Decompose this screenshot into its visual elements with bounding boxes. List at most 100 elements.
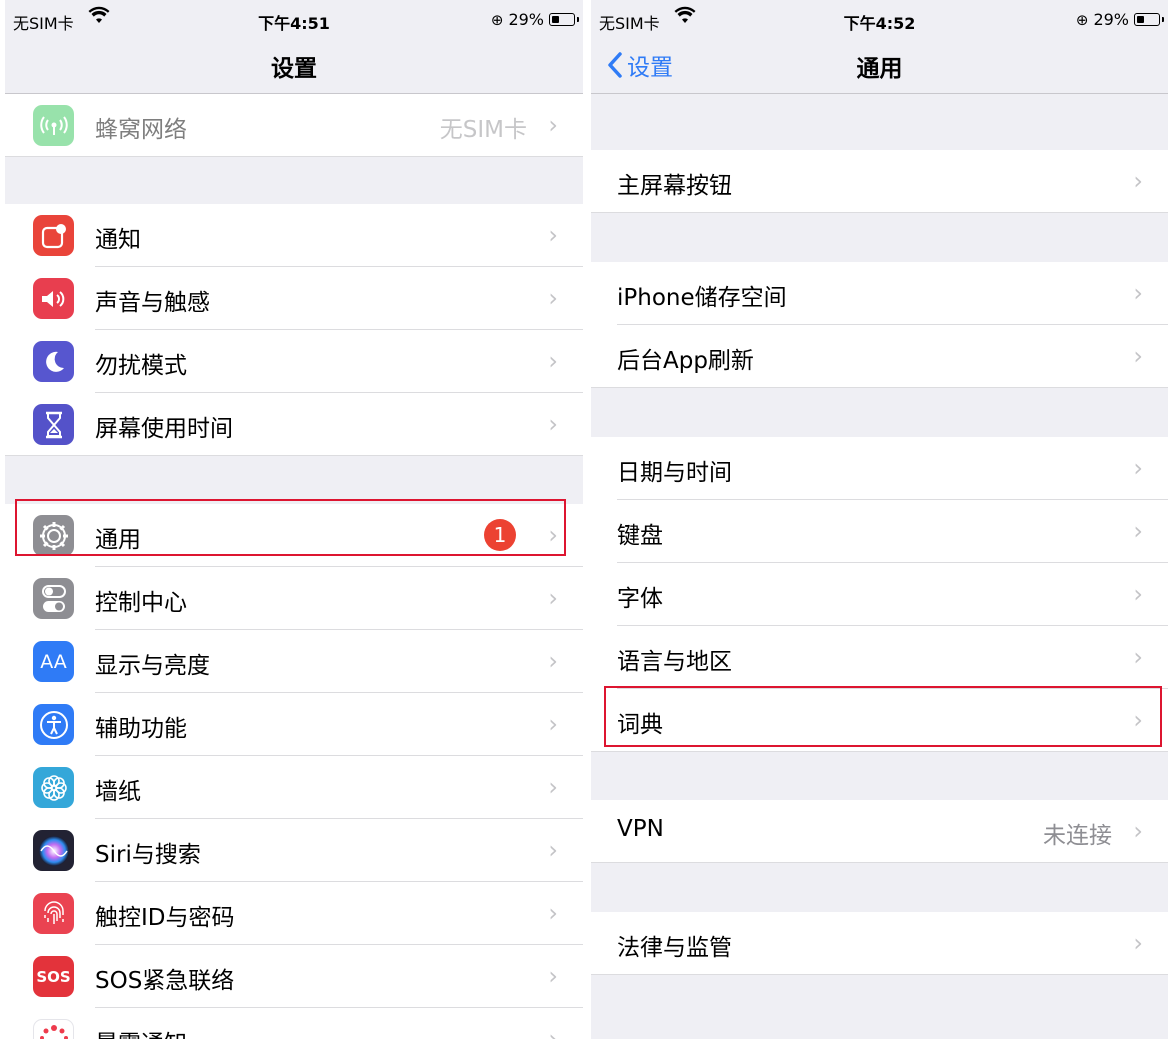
accessibility-icon bbox=[33, 704, 74, 745]
chevron-right-icon: › bbox=[548, 1025, 558, 1039]
general-row-label: iPhone储存空间 bbox=[617, 285, 787, 311]
general-row-label: VPN bbox=[617, 816, 664, 842]
flower-icon bbox=[33, 767, 74, 808]
highlight-box bbox=[604, 686, 1162, 747]
settings-row-screen-time[interactable]: 屏幕使用时间 › bbox=[5, 393, 583, 456]
display-icon: AA bbox=[33, 641, 74, 682]
status-bar: 无SIM卡 下午4:51 ⊕ 29% bbox=[5, 0, 583, 36]
chevron-right-icon: › bbox=[1133, 643, 1143, 671]
chevron-right-icon: › bbox=[1133, 454, 1143, 482]
settings-row-cellular[interactable]: 蜂窝网络 无SIM卡 › bbox=[5, 94, 583, 157]
settings-row-accessibility[interactable]: 辅助功能 › bbox=[5, 693, 583, 756]
chevron-right-icon: › bbox=[1133, 279, 1143, 307]
settings-row-label: 辅助功能 bbox=[95, 716, 187, 742]
battery-status: ⊕ 29% bbox=[1076, 10, 1164, 29]
battery-icon bbox=[1134, 13, 1164, 26]
settings-row-wallpaper[interactable]: 墙纸 › bbox=[5, 756, 583, 819]
chevron-right-icon: › bbox=[548, 836, 558, 864]
chevron-right-icon: › bbox=[548, 111, 558, 139]
settings-row-control-center[interactable]: 控制中心 › bbox=[5, 567, 583, 630]
settings-row-display[interactable]: AA 显示与亮度 › bbox=[5, 630, 583, 693]
nav-bar: 设置 bbox=[5, 36, 583, 94]
page-title: 设置 bbox=[271, 56, 317, 82]
moon-icon bbox=[33, 341, 74, 382]
sos-icon: SOS bbox=[33, 956, 74, 997]
chevron-right-icon: › bbox=[548, 773, 558, 801]
settings-row-label: 控制中心 bbox=[95, 590, 187, 616]
general-row-label: 日期与时间 bbox=[617, 460, 732, 486]
chevron-right-icon: › bbox=[548, 710, 558, 738]
divider bbox=[591, 212, 1168, 213]
settings-row-label: 暴露通知 bbox=[95, 1024, 187, 1039]
settings-row-siri[interactable]: Siri与搜索 › bbox=[5, 819, 583, 882]
settings-row-label: SOS紧急联络 bbox=[95, 968, 235, 994]
general-screen: 无SIM卡 下午4:52 ⊕ 29% 设置 通用 主屏幕按钮 › iPhone储… bbox=[591, 0, 1168, 1039]
notifications-icon bbox=[33, 215, 74, 256]
nav-divider bbox=[591, 93, 1168, 94]
general-row-iphone-storage[interactable]: iPhone储存空间 › bbox=[591, 262, 1168, 325]
nav-bar: 设置 通用 bbox=[591, 36, 1168, 94]
battery-percent: 29% bbox=[1093, 10, 1129, 29]
settings-row-label: 显示与亮度 bbox=[95, 653, 210, 679]
general-row-fonts[interactable]: 字体 › bbox=[591, 563, 1168, 626]
chevron-right-icon: › bbox=[548, 647, 558, 675]
settings-row-label: 蜂窝网络 bbox=[95, 117, 187, 143]
status-bar: 无SIM卡 下午4:52 ⊕ 29% bbox=[591, 0, 1168, 36]
chevron-right-icon: › bbox=[548, 962, 558, 990]
general-row-legal[interactable]: 法律与监管 › bbox=[591, 912, 1168, 975]
chevron-right-icon: › bbox=[548, 410, 558, 438]
general-row-label: 后台App刷新 bbox=[617, 348, 754, 374]
divider bbox=[591, 862, 1168, 863]
settings-row-sounds[interactable]: 声音与触感 › bbox=[5, 267, 583, 330]
general-row-keyboard[interactable]: 键盘 › bbox=[591, 500, 1168, 563]
exposure-icon bbox=[33, 1019, 74, 1039]
divider bbox=[591, 751, 1168, 752]
cellular-value: 无SIM卡 bbox=[439, 117, 527, 143]
settings-row-label: 通知 bbox=[95, 227, 141, 253]
chevron-right-icon: › bbox=[548, 584, 558, 612]
chevron-right-icon: › bbox=[548, 221, 558, 249]
antenna-icon bbox=[33, 105, 74, 146]
general-row-background-refresh[interactable]: 后台App刷新 › bbox=[591, 325, 1168, 388]
chevron-right-icon: › bbox=[1133, 580, 1143, 608]
siri-icon bbox=[33, 830, 74, 871]
chevron-right-icon: › bbox=[548, 347, 558, 375]
settings-row-label: 触控ID与密码 bbox=[95, 905, 235, 931]
settings-row-touch-id[interactable]: 触控ID与密码 › bbox=[5, 882, 583, 945]
divider bbox=[5, 455, 583, 456]
settings-row-notifications[interactable]: 通知 › bbox=[5, 204, 583, 267]
orientation-lock-icon: ⊕ bbox=[490, 10, 504, 29]
general-row-label: 键盘 bbox=[617, 523, 663, 549]
general-row-label: 语言与地区 bbox=[617, 649, 732, 675]
settings-row-do-not-disturb[interactable]: 勿扰模式 › bbox=[5, 330, 583, 393]
chevron-right-icon: › bbox=[1133, 817, 1143, 845]
chevron-right-icon: › bbox=[1133, 342, 1143, 370]
settings-row-emergency-sos[interactable]: SOS SOS紧急联络 › bbox=[5, 945, 583, 1008]
vpn-status-value: 未连接 bbox=[1043, 823, 1112, 849]
battery-percent: 29% bbox=[508, 10, 544, 29]
highlight-box bbox=[15, 499, 566, 556]
chevron-right-icon: › bbox=[548, 284, 558, 312]
settings-row-label: 屏幕使用时间 bbox=[95, 416, 233, 442]
settings-row-label: 声音与触感 bbox=[95, 290, 210, 316]
settings-screen: 无SIM卡 下午4:51 ⊕ 29% 设置 蜂窝网络 无SIM卡 › 通知 › bbox=[5, 0, 583, 1039]
battery-icon bbox=[549, 13, 579, 26]
chevron-right-icon: › bbox=[548, 899, 558, 927]
speaker-icon bbox=[33, 278, 74, 319]
fingerprint-icon bbox=[33, 893, 74, 934]
general-row-language-region[interactable]: 语言与地区 › bbox=[591, 626, 1168, 689]
general-row-label: 法律与监管 bbox=[617, 935, 732, 961]
settings-row-label: 墙纸 bbox=[95, 779, 141, 805]
settings-row-exposure[interactable]: 暴露通知 › bbox=[5, 1008, 583, 1039]
general-row-home-button[interactable]: 主屏幕按钮 › bbox=[591, 150, 1168, 213]
general-row-date-time[interactable]: 日期与时间 › bbox=[591, 437, 1168, 500]
chevron-right-icon: › bbox=[1133, 929, 1143, 957]
divider bbox=[591, 974, 1168, 975]
divider bbox=[5, 156, 583, 157]
divider bbox=[591, 387, 1168, 388]
settings-row-label: 勿扰模式 bbox=[95, 353, 187, 379]
general-row-label: 主屏幕按钮 bbox=[617, 173, 732, 199]
general-row-vpn[interactable]: VPN 未连接 › bbox=[591, 800, 1168, 863]
chevron-right-icon: › bbox=[1133, 517, 1143, 545]
toggles-icon bbox=[33, 578, 74, 619]
